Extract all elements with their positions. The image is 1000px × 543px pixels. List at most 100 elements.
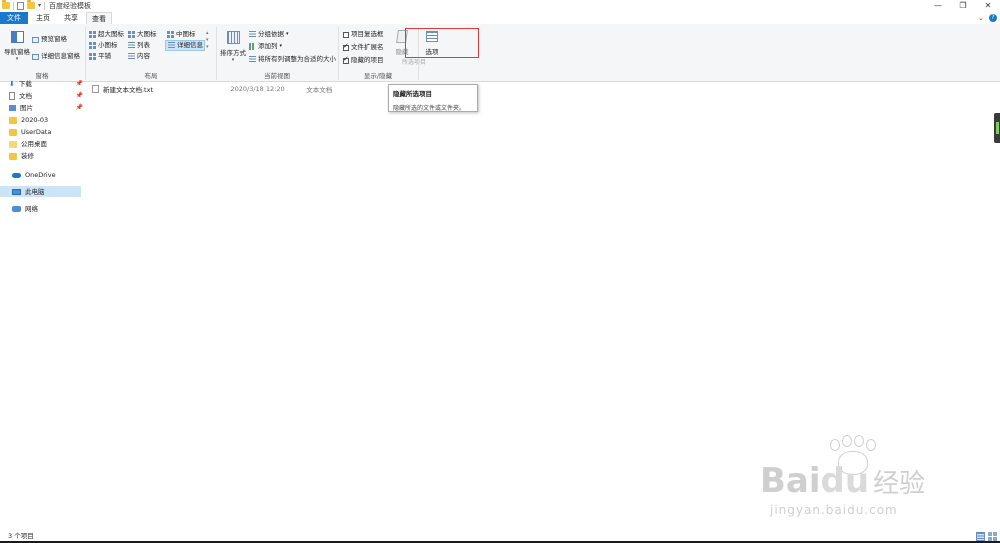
file-extensions-toggle[interactable]: 文件扩展名 [343, 42, 384, 52]
ribbon-collapse-icon[interactable]: ⌄ [978, 14, 984, 22]
baidu-watermark: Bai du 经验 jingyan.baidu.com [760, 435, 960, 525]
watermark-brand: Bai du 经验 [760, 461, 925, 501]
nav-item-folder[interactable]: 装修 [9, 151, 83, 161]
computer-icon [12, 188, 21, 195]
customize-toolbar-icon[interactable]: ▾ [38, 2, 41, 9]
dropdown-arrow-icon: ▾ [279, 43, 283, 49]
nav-item-documents[interactable]: 文档 📌 [9, 91, 83, 101]
size-all-columns-button[interactable]: 将所有列调整为合适的大小 [249, 55, 336, 64]
dropdown-arrow-icon: ▾ [231, 57, 235, 63]
size-all-columns-label: 将所有列调整为合适的大小 [258, 55, 336, 63]
details-pane-button[interactable]: 详细信息窗格 [32, 52, 80, 61]
details-view-icon[interactable] [976, 532, 985, 541]
sort-by-icon [226, 31, 240, 44]
layout-medium-icons[interactable]: 中图标 [167, 30, 196, 39]
group-label-current-view: 当前视图 [264, 72, 290, 80]
add-column-button[interactable]: 添加列 ▾ [249, 42, 282, 51]
layout-option-label: 中图标 [176, 30, 196, 38]
layout-content[interactable]: 内容 [128, 52, 150, 61]
quick-access-toolbar: ▾ 百度经验模板 [2, 0, 92, 10]
nav-item-this-pc[interactable]: 此电脑 [0, 186, 81, 197]
medium-icons-icon [167, 31, 174, 38]
layout-option-label: 平铺 [98, 52, 111, 60]
nav-item-onedrive[interactable]: OneDrive [12, 170, 56, 180]
file-extensions-checkbox[interactable] [343, 42, 349, 51]
nav-item-folder[interactable]: 公用桌面 [9, 139, 83, 149]
add-column-icon [249, 43, 256, 50]
group-label-layout: 布局 [144, 72, 158, 80]
maximize-button[interactable]: ❐ [955, 0, 971, 12]
pin-icon: 📌 [75, 80, 83, 87]
nav-item-label: 公用桌面 [21, 140, 47, 148]
item-checkboxes-checkbox[interactable] [343, 31, 349, 38]
size-columns-icon [249, 56, 256, 63]
nav-item-label: 下载 [18, 80, 32, 88]
new-folder-icon[interactable] [27, 0, 35, 9]
tab-home[interactable]: 主页 [30, 12, 56, 24]
hide-selected-sublabel: 所选项目 [402, 59, 427, 66]
group-by-label: 分组依据 [258, 30, 284, 38]
folder-icon [9, 128, 17, 136]
nav-pane-button[interactable]: 导航窗格 ▾ [4, 31, 30, 62]
watermark-brand-text-2: du [820, 461, 870, 501]
layout-small-icons[interactable]: 小图标 [89, 41, 118, 50]
nav-item-label: 此电脑 [25, 187, 45, 196]
sort-by-label: 排序方式 [220, 49, 246, 57]
tooltip-body: 隐藏所选的文件或文件夹。 [393, 105, 466, 112]
table-row[interactable]: 新建文本文档.txt 2020/3/18 12:20 文本文档 0 [92, 84, 392, 94]
layout-scroll-arrows-icon[interactable]: ▴ ▾ ▾ [206, 30, 209, 51]
group-label-show-hide: 显示/隐藏 [363, 72, 393, 80]
layout-option-label: 内容 [137, 52, 150, 60]
item-checkboxes-toggle[interactable]: 项目复选框 [343, 30, 384, 39]
group-by-icon [249, 31, 256, 38]
layout-large-icons[interactable]: 大图标 [128, 30, 157, 39]
details-icon [168, 42, 175, 49]
sort-by-button[interactable]: 排序方式 ▾ [219, 31, 247, 63]
extra-large-icons-icon [89, 31, 96, 38]
tooltip: 隐藏所选项目 隐藏所选的文件或文件夹。 [388, 84, 478, 112]
folder-icon [9, 140, 17, 148]
minimize-button[interactable]: — [930, 0, 946, 12]
watermark-cn-text: 经验 [873, 469, 926, 499]
nav-item-downloads[interactable]: ⬇ 下载 📌 [9, 80, 83, 88]
tiles-icon [89, 53, 96, 60]
toolbar-divider [44, 1, 46, 10]
dropdown-arrow-icon: ▾ [15, 56, 19, 62]
layout-tiles[interactable]: 平铺 [89, 52, 111, 61]
window-title: 百度经验模板 [49, 1, 92, 10]
title-bar [0, 0, 1000, 12]
nav-item-network[interactable]: 网络 [12, 204, 38, 214]
preview-pane-button[interactable]: 预览窗格 [32, 35, 67, 44]
tab-share[interactable]: 共享 [58, 12, 84, 24]
nav-item-label: OneDrive [25, 171, 56, 179]
layout-details[interactable]: 详细信息 [165, 40, 205, 51]
nav-item-pictures[interactable]: 图片 📌 [9, 103, 83, 113]
nav-item-folder[interactable]: UserData [9, 127, 83, 137]
properties-icon[interactable] [17, 1, 24, 10]
watermark-url: jingyan.baidu.com [770, 503, 898, 517]
pin-icon: 📌 [75, 92, 83, 99]
document-icon [9, 92, 15, 100]
content-icon [128, 53, 135, 60]
close-button[interactable]: ✕ [980, 0, 996, 12]
cloud-icon [12, 172, 21, 178]
hidden-items-checkbox[interactable] [343, 55, 349, 64]
hidden-items-toggle[interactable]: 隐藏的项目 [343, 55, 384, 65]
tab-file[interactable]: 文件 [0, 12, 28, 24]
pictures-icon [9, 105, 16, 111]
add-column-label: 添加列 [258, 42, 278, 50]
nav-item-label: UserData [21, 128, 52, 136]
side-scroll-handle[interactable] [994, 113, 1000, 143]
nav-item-folder[interactable]: 2020-03 [9, 115, 83, 125]
folder-icon[interactable] [2, 0, 10, 9]
layout-extra-large-icons[interactable]: 超大图标 [89, 30, 124, 39]
folder-icon [9, 116, 17, 124]
dropdown-arrow-icon: ▾ [286, 31, 289, 37]
group-by-button[interactable]: 分组依据 ▾ [249, 30, 289, 39]
layout-option-label: 列表 [137, 41, 150, 49]
options-highlight-box [405, 28, 479, 58]
layout-list[interactable]: 列表 [128, 41, 150, 50]
help-icon[interactable]: ? [989, 14, 997, 22]
large-icons-view-icon[interactable] [988, 532, 997, 541]
network-icon [12, 206, 21, 212]
